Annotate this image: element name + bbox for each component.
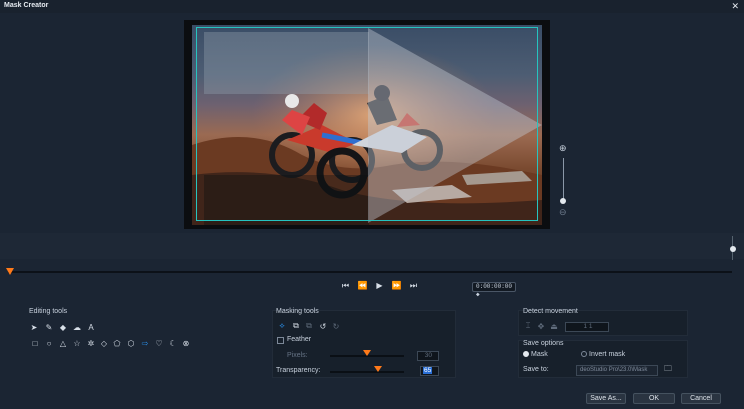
cancel-shape-icon[interactable]: ⊗ xyxy=(181,338,191,348)
crescent-icon[interactable]: ☾ xyxy=(168,338,178,348)
close-button[interactable]: ✕ xyxy=(731,1,739,12)
feather-label: Feather xyxy=(287,336,312,343)
editing-tools-title: Editing tools xyxy=(29,308,68,315)
feather-checkbox[interactable] xyxy=(277,337,284,344)
cancel-button[interactable]: Cancel xyxy=(681,393,721,404)
playback-controls: ⏮ ⏪ ▶ ⏩ ⏭ xyxy=(340,280,419,292)
transparency-input[interactable]: 65 xyxy=(420,366,439,376)
timecode-field[interactable]: 0:00:00:00 ◆ xyxy=(472,282,516,298)
masking-tools-title: Masking tools xyxy=(276,308,319,315)
go-to-end-button[interactable]: ⏭ xyxy=(408,280,419,291)
mask-radio-label: Mask xyxy=(531,351,548,358)
playhead-marker[interactable] xyxy=(6,268,14,275)
text-tool-icon[interactable]: A xyxy=(86,322,96,332)
mask-bounding-frame[interactable] xyxy=(196,27,538,221)
rectangle-icon[interactable]: □ xyxy=(30,338,40,348)
hexagon-icon[interactable]: ⬡ xyxy=(126,338,136,348)
timeline-scrubber[interactable] xyxy=(8,271,732,273)
invert-mask-radio[interactable] xyxy=(581,351,587,357)
paste-mask-icon[interactable]: ⧉ xyxy=(304,321,314,331)
zoom-track[interactable] xyxy=(563,158,564,200)
smart-mask-icon[interactable]: ⟡ xyxy=(277,321,287,331)
pixels-input[interactable]: 30 xyxy=(417,351,439,361)
pixels-slider-handle[interactable] xyxy=(363,350,371,356)
timeline-track xyxy=(0,233,744,259)
previous-frame-button[interactable]: ⏪ xyxy=(357,280,368,291)
heart-icon[interactable]: ♡ xyxy=(154,338,164,348)
undo-icon[interactable]: ↺ xyxy=(318,321,328,331)
next-frame-button[interactable]: ⏩ xyxy=(391,280,402,291)
save-options-title: Save options xyxy=(523,340,564,347)
play-button[interactable]: ▶ xyxy=(374,280,385,291)
zoom-in-icon[interactable]: ⊕ xyxy=(559,143,567,154)
transparency-label: Transparency: xyxy=(276,367,321,374)
gear-shape-icon[interactable]: ✲ xyxy=(86,338,96,348)
save-to-path-field[interactable]: deoStudio Pro\23.0\Mask xyxy=(576,365,658,376)
preview-viewer xyxy=(184,20,550,229)
transparency-slider-handle[interactable] xyxy=(374,366,382,372)
triangle-icon[interactable]: △ xyxy=(58,338,68,348)
diamond-icon[interactable]: ◇ xyxy=(99,338,109,348)
transparency-value: 65 xyxy=(423,367,433,374)
pentagon-icon[interactable]: ⬠ xyxy=(112,338,122,348)
track-backward-icon[interactable]: ⏏ xyxy=(549,321,559,331)
title-bar: Mask Creator ✕ xyxy=(0,0,744,13)
pixels-label: Pixels: xyxy=(287,352,308,359)
pointer-icon[interactable]: ➤ xyxy=(29,322,39,332)
copy-mask-icon[interactable]: ⧉ xyxy=(291,321,301,331)
save-to-label: Save to: xyxy=(523,366,549,373)
zoom-out-icon[interactable]: ⊖ xyxy=(559,207,567,218)
folder-icon[interactable]: 🗀 xyxy=(662,364,674,375)
zoom-handle[interactable] xyxy=(560,198,566,204)
track-both-icon[interactable]: ✥ xyxy=(536,321,546,331)
zoom-control: ⊕ ⊖ xyxy=(558,143,570,223)
go-to-start-button[interactable]: ⏮ xyxy=(340,280,351,291)
ok-button[interactable]: OK xyxy=(633,393,675,404)
eraser-icon[interactable]: ◆ xyxy=(58,322,68,332)
invert-mask-label: Invert mask xyxy=(589,351,626,358)
redo-icon[interactable]: ↻ xyxy=(331,321,341,331)
transparency-slider[interactable] xyxy=(330,371,404,373)
detect-movement-title: Detect movement xyxy=(523,308,578,315)
window-title: Mask Creator xyxy=(4,2,49,9)
save-as-button[interactable]: Save As... xyxy=(586,393,626,404)
timeline-zoom-slider[interactable] xyxy=(727,233,739,263)
timeline-zoom-handle[interactable] xyxy=(730,246,736,252)
brush-icon[interactable]: ✎ xyxy=(44,322,54,332)
star-icon[interactable]: ☆ xyxy=(72,338,82,348)
lasso-icon[interactable]: ☁ xyxy=(72,322,82,332)
mask-radio[interactable] xyxy=(523,351,529,357)
ellipse-icon[interactable]: ○ xyxy=(44,338,54,348)
detect-movement-input[interactable]: 1 1 xyxy=(565,322,609,332)
track-forward-icon[interactable]: ⌶ xyxy=(523,321,533,331)
arrow-shape-icon[interactable]: ⇨ xyxy=(140,338,150,348)
